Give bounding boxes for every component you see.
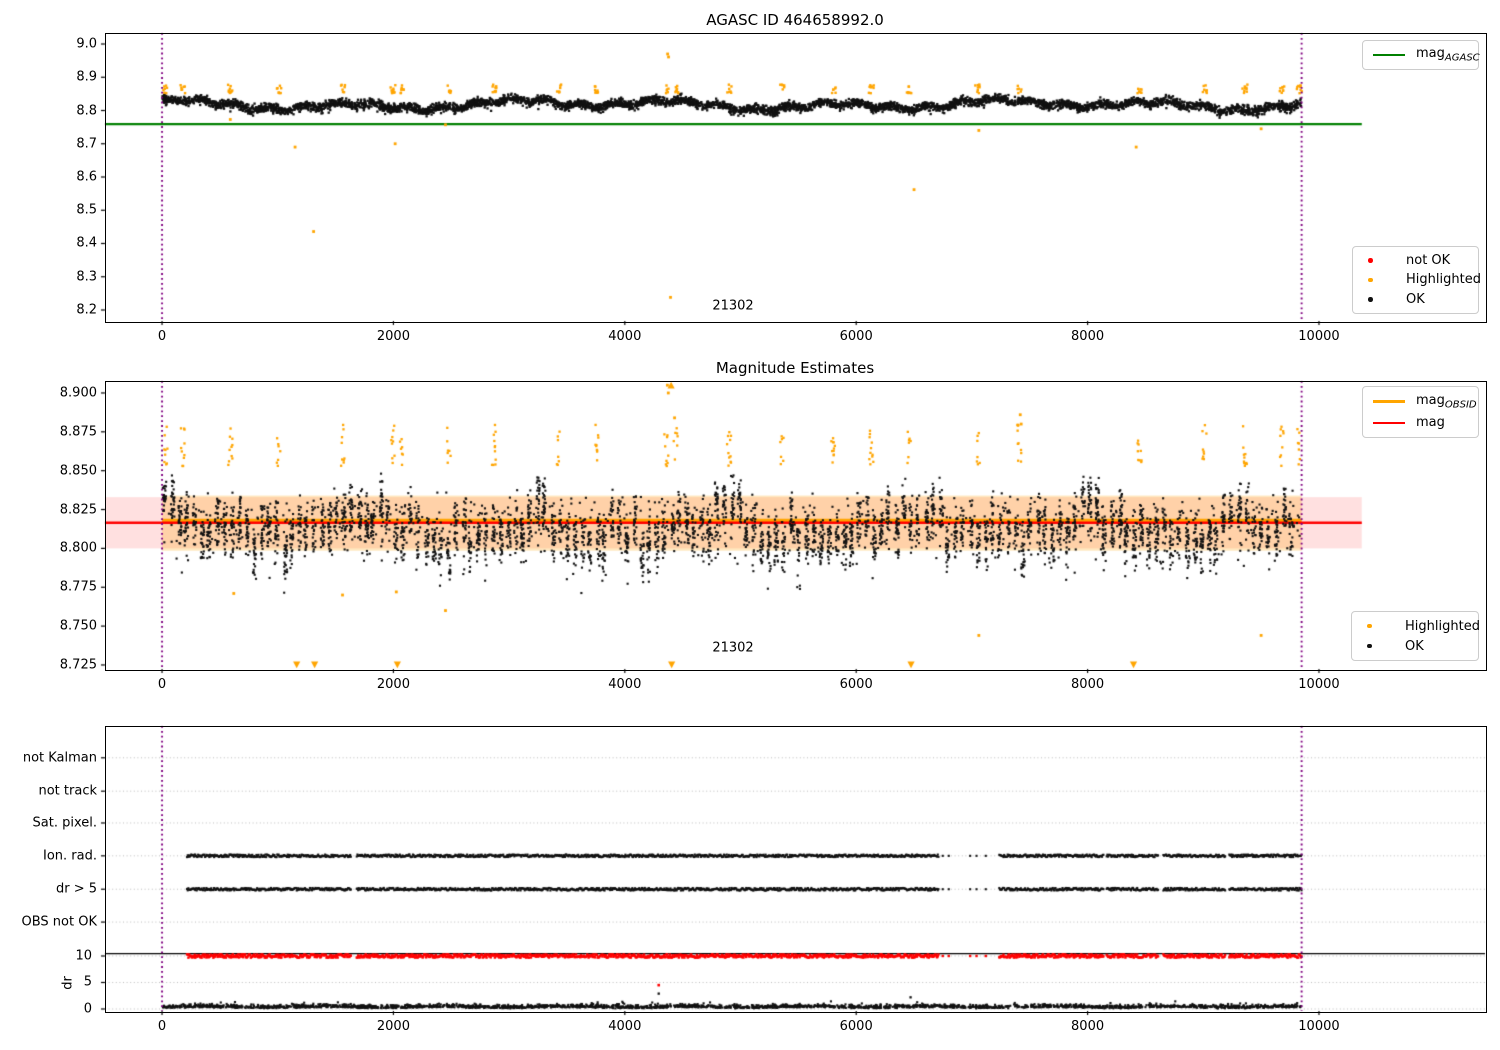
- ytick-label: 8.750: [59, 618, 97, 634]
- xtick-label: 8000: [1071, 1019, 1105, 1034]
- legend-plot1-markers: not OK Highlighted OK: [1352, 246, 1481, 314]
- xtick-label: 8000: [1071, 329, 1105, 344]
- legend-label: OK: [1406, 291, 1425, 307]
- xtick-label: 6000: [839, 677, 873, 692]
- legend-line-swatch: [1373, 54, 1405, 56]
- xtick-label: 10000: [1298, 1019, 1340, 1034]
- legend-line-swatch: [1373, 421, 1405, 424]
- dr-tick-label: 0: [83, 1001, 92, 1017]
- ytick-label: 8.7: [76, 136, 97, 152]
- legend-marker-swatch: [1362, 643, 1394, 649]
- legend-entry: magOBSID: [1373, 391, 1477, 412]
- legend-entry: not OK: [1363, 251, 1468, 270]
- legend-label: mag: [1416, 415, 1445, 430]
- legend-entry: Highlighted: [1362, 616, 1480, 636]
- legend-marker-swatch: [1363, 277, 1395, 283]
- legend-entry: mag: [1373, 412, 1468, 433]
- xtick-label: 2000: [376, 677, 410, 692]
- dr-tick-label: 10: [75, 948, 92, 964]
- ytick-label: 8.6: [76, 169, 97, 185]
- legend-entry: OK: [1363, 290, 1468, 309]
- xtick-label: 2000: [376, 1019, 410, 1034]
- legend-line-swatch: [1373, 400, 1405, 403]
- xtick-label: 4000: [608, 329, 642, 344]
- xtick-label: 0: [157, 677, 167, 692]
- ytick-label: 8.5: [76, 202, 97, 218]
- legend-marker-swatch: [1362, 623, 1394, 629]
- legend-entry: Highlighted: [1363, 270, 1481, 289]
- legend-marker-swatch: [1363, 258, 1395, 263]
- ytick-label: 8.825: [59, 502, 97, 518]
- plot2-title: Magnitude Estimates: [715, 359, 875, 377]
- ytick-label: 9.0: [76, 36, 97, 52]
- legend-dot-icon: [1367, 643, 1372, 649]
- legend-dot-icon: [1368, 258, 1373, 263]
- figure: AGASC ID 464658992.0 Magnitude Estimates…: [0, 0, 1500, 1050]
- legend-plot2-lines: magOBSID mag: [1362, 386, 1479, 438]
- legend-marker-swatch: [1363, 297, 1395, 302]
- obsid-annotation-plot2: 21302: [712, 640, 754, 656]
- ytick-label: 8.800: [59, 540, 97, 556]
- ytick-label: 8.850: [59, 463, 97, 479]
- ytick-label: 8.775: [59, 579, 97, 595]
- legend-label: OK: [1405, 638, 1424, 654]
- legend-dot-icon: [1368, 297, 1373, 302]
- ytick-label: 8.900: [59, 385, 97, 401]
- legend-mag-agasc: magAGASC: [1362, 40, 1480, 70]
- xtick-label: 6000: [839, 329, 873, 344]
- ytick-label: 8.8: [76, 103, 97, 118]
- xtick-label: 0: [157, 329, 167, 344]
- flag-category-label: OBS not OK: [21, 914, 98, 930]
- legend-label: not OK: [1406, 253, 1451, 269]
- flag-category-label: Sat. pixel.: [32, 815, 97, 831]
- legend-entry: magAGASC: [1373, 45, 1480, 65]
- flag-category-label: dr > 5: [55, 881, 97, 897]
- legend-label: magAGASC: [1416, 46, 1480, 64]
- flag-category-label: not track: [38, 783, 97, 799]
- obsid-annotation-plot1: 21302: [712, 298, 754, 314]
- plot-canvas: [0, 0, 1500, 1050]
- flag-category-label: not Kalman: [22, 750, 97, 766]
- ytick-label: 8.2: [76, 302, 97, 318]
- legend-plot2-markers: Highlighted OK: [1351, 611, 1480, 661]
- ytick-label: 8.3: [76, 269, 97, 285]
- legend-label: magOBSID: [1416, 392, 1477, 411]
- legend-label-subscript: OBSID: [1444, 399, 1477, 411]
- ytick-label: 8.9: [76, 69, 97, 85]
- xtick-label: 10000: [1298, 677, 1340, 692]
- xtick-label: 4000: [608, 1019, 642, 1034]
- legend-label-subscript: AGASC: [1444, 52, 1480, 64]
- legend-label: Highlighted: [1405, 618, 1480, 634]
- xtick-label: 0: [157, 1019, 167, 1034]
- ytick-label: 8.725: [59, 657, 97, 673]
- legend-dot-icon: [1368, 277, 1373, 283]
- flag-category-label: Ion. rad.: [43, 848, 97, 864]
- ytick-label: 8.4: [76, 235, 97, 251]
- xtick-label: 8000: [1071, 677, 1105, 692]
- xtick-label: 2000: [376, 329, 410, 344]
- plot1-title: AGASC ID 464658992.0: [706, 11, 884, 29]
- ytick-label: 8.875: [59, 424, 97, 440]
- dr-tick-label: 5: [83, 974, 92, 990]
- xtick-label: 4000: [608, 677, 642, 692]
- legend-label: Highlighted: [1406, 272, 1481, 288]
- legend-entry: OK: [1362, 636, 1468, 656]
- xtick-label: 10000: [1298, 329, 1340, 344]
- legend-dot-icon: [1367, 623, 1372, 629]
- xtick-label: 6000: [839, 1019, 873, 1034]
